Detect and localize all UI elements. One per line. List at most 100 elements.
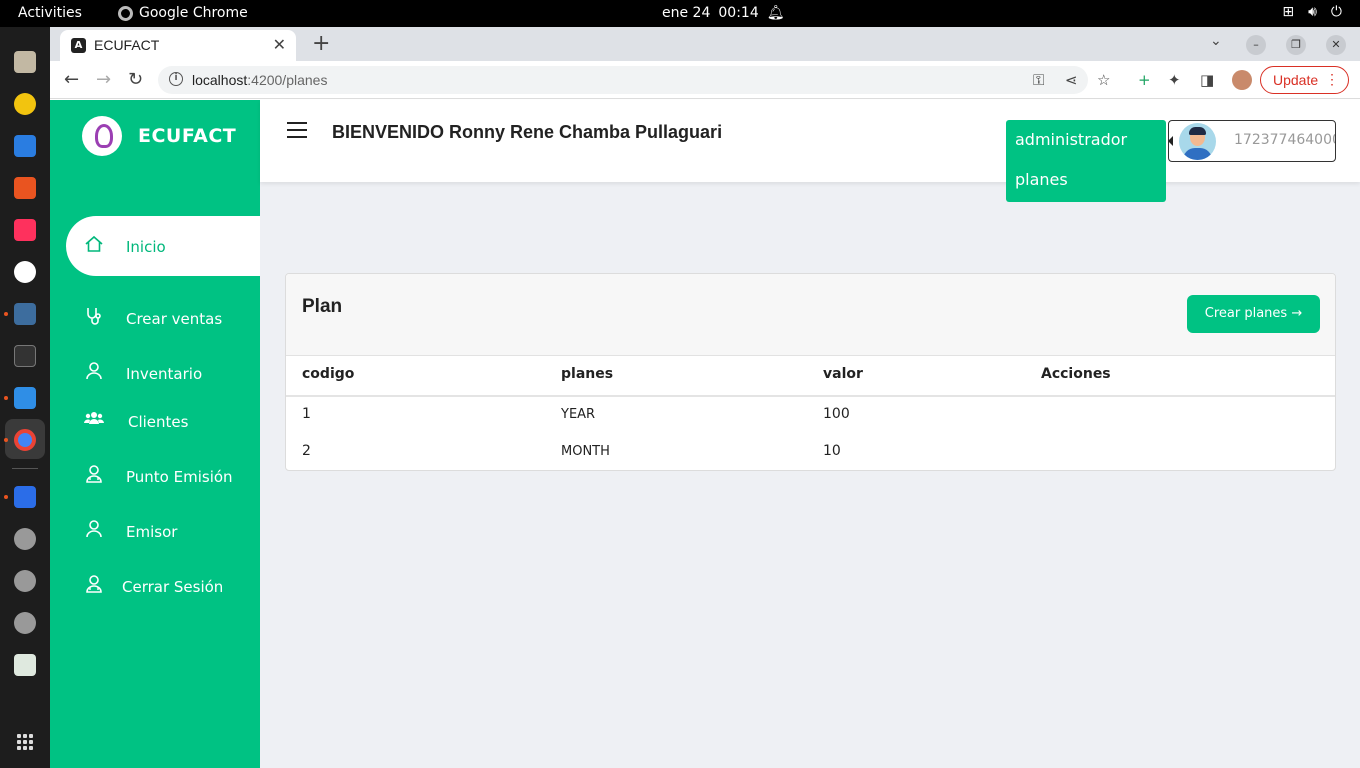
system-tray[interactable]: ⊞ 🔊︎ ⏻ — [1282, 4, 1342, 20]
dock — [0, 27, 50, 768]
disk-icon[interactable] — [14, 570, 36, 592]
address-bar[interactable]: i localhost:4200/planes — [158, 66, 1088, 94]
sidebar-item-label: Clientes — [128, 413, 189, 431]
sidebar-item-punto-emision[interactable]: Punto Emisión — [66, 446, 260, 506]
extensions-puzzle-icon[interactable]: ✦ — [1168, 71, 1181, 89]
app-name: Google Chrome — [139, 5, 248, 21]
sidebar-item-inicio[interactable]: Inicio — [66, 216, 260, 276]
minimize-icon[interactable]: – — [1246, 35, 1266, 55]
intellij-icon[interactable] — [14, 219, 36, 241]
sidebar: ECUFACT Inicio Crear ventas Inventario C… — [50, 100, 260, 768]
cell-codigo: 1 — [302, 406, 311, 422]
writer-icon[interactable] — [14, 135, 36, 157]
user-dropdown-menu: administrador planes — [1006, 120, 1166, 202]
cell-planes: MONTH — [561, 444, 610, 459]
hamburger-menu-icon[interactable] — [287, 122, 307, 138]
chrome-app-icon — [118, 5, 133, 21]
cell-valor: 100 — [823, 406, 850, 422]
tab-title: ECUFACT — [94, 37, 160, 53]
sidebar-item-emisor[interactable]: Emisor — [66, 501, 260, 561]
card-header: Plan Crear planes → — [286, 274, 1335, 356]
column-header-codigo: codigo — [302, 366, 355, 382]
web-page: ECUFACT Inicio Crear ventas Inventario C… — [50, 100, 1360, 768]
brand-logo-icon — [82, 116, 122, 156]
software-icon[interactable] — [14, 177, 36, 199]
clock[interactable]: ene 24 00:14 🔔︎ — [662, 5, 785, 21]
key-icon[interactable]: ⚿ — [1033, 71, 1044, 89]
user-avatar — [1179, 123, 1216, 160]
user-profile-button[interactable]: 1723774640001 — [1168, 120, 1336, 162]
browser-tab[interactable]: A ECUFACT ✕ — [60, 30, 296, 61]
terminal-icon[interactable] — [14, 345, 36, 367]
forward-icon[interactable]: → — [96, 69, 111, 90]
extension-plus-icon[interactable]: + — [1138, 71, 1151, 89]
vscode-icon[interactable] — [14, 387, 36, 409]
cell-valor: 10 — [823, 443, 841, 459]
users-icon — [84, 412, 104, 424]
new-tab-button[interactable]: + — [312, 31, 330, 56]
profile-avatar-icon[interactable] — [1232, 70, 1252, 90]
disk-icon[interactable] — [14, 612, 36, 634]
tab-search-icon[interactable]: ⌄ — [1210, 33, 1222, 49]
tab-strip: A ECUFACT ✕ + ⌄ – ❐ ✕ — [50, 27, 1360, 61]
url-text[interactable]: localhost:4200/planes — [192, 72, 327, 88]
clock-date: ene 24 — [662, 5, 711, 21]
welcome-title: BIENVENIDO Ronny Rene Chamba Pullaguari — [332, 122, 723, 142]
sidebar-item-crear-ventas[interactable]: Crear ventas — [66, 288, 260, 348]
column-header-planes: planes — [561, 366, 614, 382]
activities-button[interactable]: Activities — [18, 5, 82, 21]
dock-separator — [12, 468, 38, 469]
sidebar-item-clientes[interactable]: Clientes — [66, 391, 260, 451]
user-icon — [86, 362, 102, 380]
back-icon[interactable]: ← — [64, 69, 79, 90]
sidebar-item-label: Crear ventas — [126, 310, 223, 328]
running-indicator — [4, 495, 8, 499]
close-window-icon[interactable]: ✕ — [1326, 35, 1346, 55]
brand[interactable]: ECUFACT — [82, 116, 236, 156]
stethoscope-icon — [87, 308, 101, 325]
bell-icon: 🔔︎ — [766, 5, 785, 21]
user-doctor-icon — [86, 465, 102, 483]
mysql-workbench-icon[interactable] — [14, 303, 36, 325]
browser-window: A ECUFACT ✕ + ⌄ – ❐ ✕ ← → ↻ i localhost:… — [50, 27, 1360, 768]
show-apps-icon[interactable] — [17, 734, 33, 750]
create-plan-button[interactable]: Crear planes → — [1187, 295, 1320, 333]
reload-icon[interactable]: ↻ — [128, 69, 143, 90]
files-icon[interactable] — [14, 51, 36, 73]
sidebar-item-label: Inicio — [126, 238, 166, 256]
user-icon — [86, 520, 102, 538]
trash-icon[interactable] — [14, 654, 36, 676]
sidebar-item-label: Emisor — [126, 523, 178, 541]
webstorm-icon[interactable] — [14, 261, 36, 283]
section-label[interactable]: planes — [1015, 170, 1068, 189]
site-info-icon[interactable]: i — [169, 72, 183, 86]
rhythmbox-icon[interactable] — [14, 93, 36, 115]
app-menu[interactable]: Google Chrome — [118, 5, 248, 21]
sidebar-item-cerrar-sesion[interactable]: Cerrar Sesión — [66, 556, 260, 616]
intellij-icon[interactable] — [14, 486, 36, 508]
disk-icon[interactable] — [14, 528, 36, 550]
brand-name: ECUFACT — [138, 125, 237, 147]
clock-time: 00:14 — [718, 5, 759, 21]
app-header: BIENVENIDO Ronny Rene Chamba Pullaguari … — [260, 100, 1360, 202]
column-header-acciones: Acciones — [1041, 366, 1111, 382]
column-header-valor: valor — [823, 366, 863, 382]
update-label: Update — [1273, 72, 1319, 88]
chrome-icon[interactable] — [14, 429, 36, 451]
bookmark-star-icon[interactable]: ☆ — [1097, 71, 1110, 89]
url-host: localhost — [192, 72, 248, 88]
caret-left-icon — [1169, 136, 1173, 146]
user-ruc: 1723774640001 — [1234, 132, 1335, 148]
volume-icon: 🔊︎ — [1308, 4, 1317, 20]
role-label[interactable]: administrador — [1015, 130, 1127, 149]
close-tab-icon[interactable]: ✕ — [273, 35, 286, 54]
card-title: Plan — [302, 296, 343, 317]
sidebar-item-label: Punto Emisión — [126, 468, 233, 486]
side-panel-icon[interactable]: ◨ — [1200, 71, 1214, 89]
running-indicator — [4, 396, 8, 400]
update-button[interactable]: Update ⋮ — [1260, 66, 1349, 94]
url-path: :4200/planes — [247, 72, 328, 88]
maximize-icon[interactable]: ❐ — [1286, 35, 1306, 55]
share-icon[interactable]: ⋖ — [1065, 71, 1078, 89]
running-indicator — [4, 312, 8, 316]
